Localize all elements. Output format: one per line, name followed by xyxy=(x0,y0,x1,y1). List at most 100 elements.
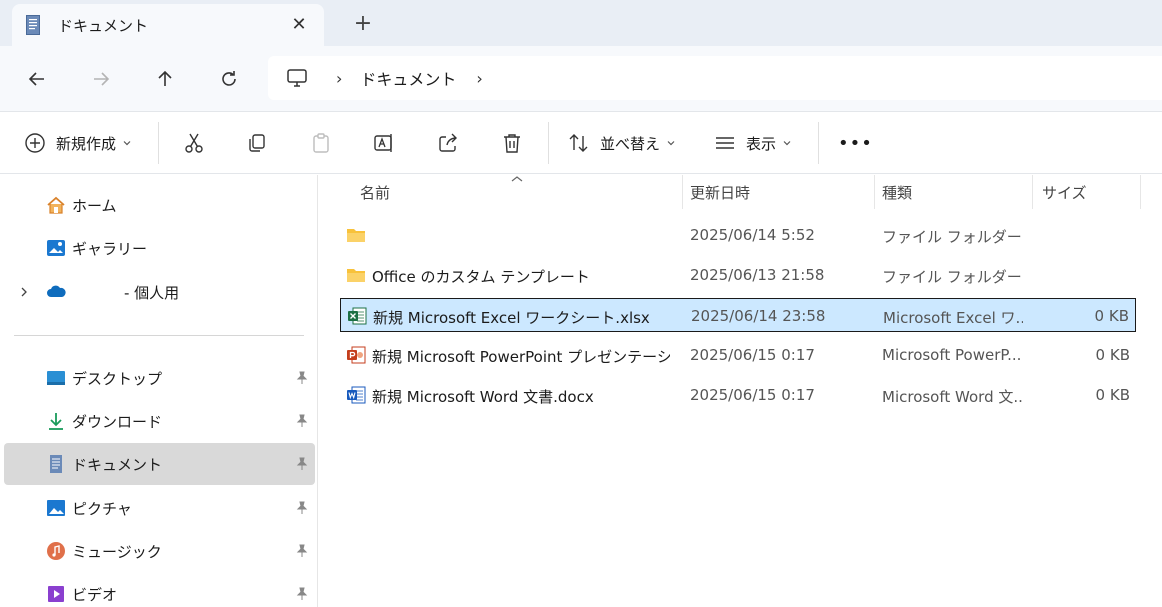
word-icon xyxy=(347,386,366,404)
sidebar-item-desktop[interactable]: デスクトップ xyxy=(4,357,315,399)
view-button[interactable]: 表示 xyxy=(714,126,792,160)
file-type: ファイル フォルダー xyxy=(882,228,1022,246)
file-name: Office のカスタム テンプレート xyxy=(372,268,590,286)
file-modified: 2025/06/14 5:52 xyxy=(690,226,815,244)
arrow-right-icon xyxy=(94,72,110,86)
sidebar-item-label: - 個人用 xyxy=(124,283,180,302)
file-modified: 2025/06/13 21:58 xyxy=(690,266,825,284)
column-header-label: 更新日時 xyxy=(690,183,751,202)
videos-icon xyxy=(48,586,64,602)
column-header-type[interactable]: 種類 xyxy=(882,175,912,209)
pin-icon[interactable] xyxy=(295,457,309,471)
sidebar-item-documents[interactable]: ドキュメント xyxy=(4,443,315,485)
up-button[interactable] xyxy=(150,64,180,94)
pin-icon[interactable] xyxy=(295,414,309,428)
file-row[interactable]: 新規 Microsoft Word 文書.docx 2025/06/15 0:1… xyxy=(340,378,1136,412)
scissors-icon xyxy=(185,133,203,153)
breadcrumb-documents[interactable]: ドキュメント xyxy=(360,66,456,90)
sidebar-item-videos[interactable]: ビデオ xyxy=(4,573,315,607)
sidebar-item-gallery[interactable]: ギャラリー xyxy=(4,227,315,269)
file-list: 名前 更新日時 種類 サイズ 2025/06/14 5:52 ファイル フォルダ… xyxy=(318,175,1162,607)
paste-button[interactable] xyxy=(310,126,332,160)
tab-strip: ドキュメント ✕ + xyxy=(0,0,1162,46)
file-size: 0 KB xyxy=(1095,386,1130,404)
powerpoint-icon xyxy=(347,346,366,364)
forward-button[interactable] xyxy=(86,64,116,94)
toolbar-divider xyxy=(158,122,159,164)
list-view-icon xyxy=(716,137,734,149)
pin-icon[interactable] xyxy=(295,501,309,515)
file-type: Microsoft Excel ワ... xyxy=(883,309,1023,327)
file-type: Microsoft Word 文... xyxy=(882,388,1022,406)
column-header-label: 種類 xyxy=(882,183,913,202)
more-options-button[interactable]: ••• xyxy=(838,126,873,160)
rename-button[interactable] xyxy=(373,126,395,160)
command-bar: 新規作成 並べ替え 表示 ••• xyxy=(0,112,1162,174)
file-size: 0 KB xyxy=(1095,346,1130,364)
pin-icon[interactable] xyxy=(295,544,309,558)
share-button[interactable] xyxy=(437,126,459,160)
sort-icon xyxy=(569,134,588,152)
gallery-icon xyxy=(47,240,65,256)
rename-icon xyxy=(374,134,392,152)
sort-button[interactable]: 並べ替え xyxy=(568,126,676,160)
sidebar-item-home[interactable]: ホーム xyxy=(4,184,315,226)
new-button[interactable]: 新規作成 xyxy=(24,126,132,160)
sidebar-item-label: ミュージック xyxy=(72,542,162,561)
arrow-left-icon xyxy=(28,72,44,86)
breadcrumb-separator[interactable]: › xyxy=(476,69,482,88)
back-button[interactable] xyxy=(22,64,52,94)
close-tab-button[interactable]: ✕ xyxy=(288,14,310,36)
excel-icon xyxy=(348,307,367,325)
sidebar-item-label: ピクチャ xyxy=(72,499,132,518)
file-modified: 2025/06/15 0:17 xyxy=(690,386,815,404)
file-row[interactable]: 新規 Microsoft PowerPoint プレゼンテーショ... 2025… xyxy=(340,338,1136,372)
file-type: ファイル フォルダー xyxy=(882,268,1022,286)
column-header-name[interactable]: 名前 xyxy=(360,175,390,209)
column-divider[interactable] xyxy=(874,175,875,209)
sidebar-item-onedrive[interactable]: - 個人用 xyxy=(4,271,315,313)
tab-documents[interactable]: ドキュメント ✕ xyxy=(12,4,324,46)
document-icon xyxy=(26,15,40,35)
copy-button[interactable] xyxy=(246,126,268,160)
sort-ascending-icon xyxy=(511,176,523,182)
column-header-size[interactable]: サイズ xyxy=(1042,175,1087,209)
sidebar-item-downloads[interactable]: ダウンロード xyxy=(4,400,315,442)
toolbar-divider xyxy=(548,122,549,164)
tab-title: ドキュメント xyxy=(58,16,149,35)
pin-icon[interactable] xyxy=(295,587,309,601)
pictures-icon xyxy=(47,500,65,516)
column-header-label: サイズ xyxy=(1042,183,1087,202)
share-icon xyxy=(439,133,457,152)
column-divider[interactable] xyxy=(1032,175,1033,209)
address-bar[interactable]: › ドキュメント › xyxy=(268,56,1162,100)
view-button-label: 表示 xyxy=(746,134,777,153)
file-row[interactable]: Office のカスタム テンプレート 2025/06/13 21:58 ファイ… xyxy=(340,258,1136,292)
pin-icon[interactable] xyxy=(295,371,309,385)
column-divider[interactable] xyxy=(682,175,683,209)
file-name: 新規 Microsoft Excel ワークシート.xlsx xyxy=(373,309,650,327)
column-divider[interactable] xyxy=(1140,175,1141,209)
file-modified: 2025/06/14 23:58 xyxy=(691,307,826,325)
refresh-icon xyxy=(222,71,236,86)
home-icon xyxy=(47,196,65,214)
file-row[interactable]: 2025/06/14 5:52 ファイル フォルダー xyxy=(340,218,1136,252)
chevron-right-icon[interactable] xyxy=(18,286,30,298)
sidebar-item-pictures[interactable]: ピクチャ xyxy=(4,487,315,529)
navigation-bar: › ドキュメント › xyxy=(0,46,1162,112)
refresh-button[interactable] xyxy=(214,64,244,94)
chevron-down-icon xyxy=(123,141,131,146)
chevron-down-icon xyxy=(667,141,675,146)
sidebar-item-music[interactable]: ミュージック xyxy=(4,530,315,572)
sidebar-item-label: ホーム xyxy=(72,196,117,215)
more-icon: ••• xyxy=(838,132,873,154)
new-tab-button[interactable]: + xyxy=(350,12,376,38)
file-row[interactable]: 新規 Microsoft Excel ワークシート.xlsx 2025/06/1… xyxy=(340,298,1136,332)
delete-button[interactable] xyxy=(501,126,523,160)
navigation-pane: ホーム ギャラリー - 個人用 デスクトップ ダウンロード ドキュメント ピクチ… xyxy=(0,175,318,607)
trash-icon xyxy=(504,134,520,153)
column-header-modified[interactable]: 更新日時 xyxy=(690,175,750,209)
cut-button[interactable] xyxy=(183,126,205,160)
onedrive-icon xyxy=(47,285,66,297)
breadcrumb-separator[interactable]: › xyxy=(336,69,342,88)
